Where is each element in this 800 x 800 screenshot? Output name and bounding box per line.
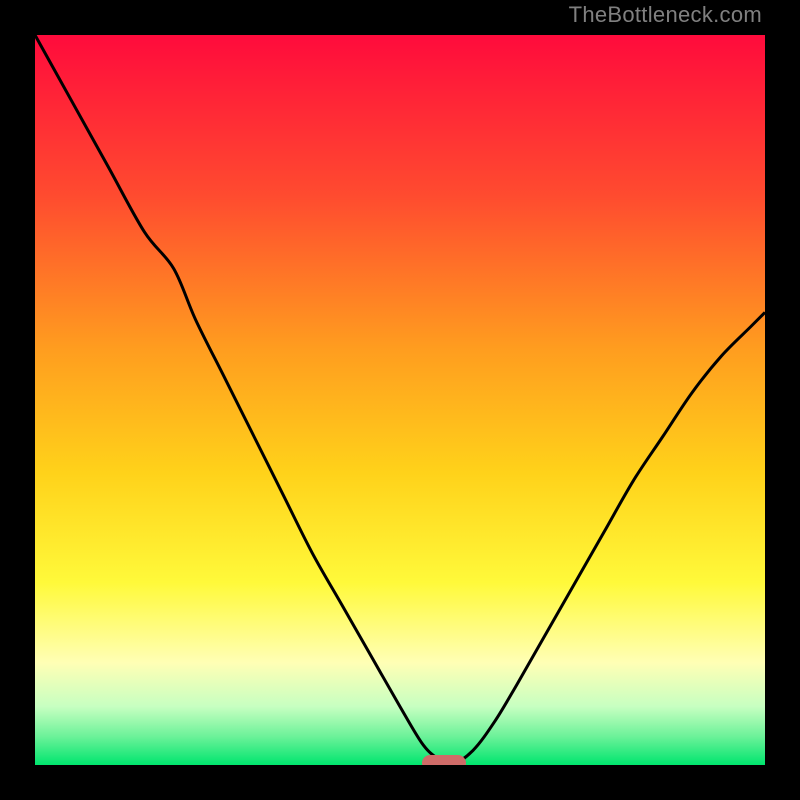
attribution-label: TheBottleneck.com xyxy=(569,2,762,28)
optimal-marker xyxy=(422,755,466,765)
plot-area xyxy=(35,35,765,765)
chart-frame: TheBottleneck.com xyxy=(0,0,800,800)
bottleneck-curve xyxy=(35,35,765,765)
curve-layer xyxy=(35,35,765,765)
